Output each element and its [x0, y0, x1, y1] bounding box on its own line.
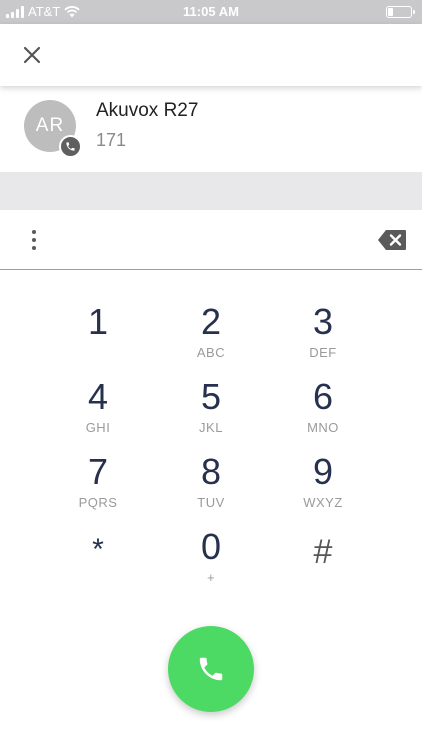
key-0[interactable]: 0 + — [156, 527, 266, 597]
key-letters: JKL — [199, 420, 223, 435]
key-digit: 8 — [200, 451, 222, 492]
dial-input[interactable] — [60, 224, 360, 256]
backspace-button[interactable] — [377, 229, 407, 256]
contact-number: 171 — [96, 130, 127, 150]
phone-icon — [199, 657, 223, 681]
more-options-button[interactable] — [22, 228, 46, 252]
phone-badge-icon — [59, 135, 82, 158]
key-letters: ABC — [196, 345, 226, 360]
key-2[interactable]: 2 ABC — [156, 302, 266, 372]
close-button[interactable] — [18, 41, 46, 69]
divider-band — [0, 172, 422, 210]
key-3[interactable]: 3 DEF — [268, 302, 378, 372]
key-5[interactable]: 5 JKL — [156, 377, 266, 447]
key-digit: 6 — [312, 376, 334, 417]
header-bar — [0, 24, 422, 86]
key-letters: GHI — [85, 420, 111, 435]
key-hash[interactable]: # — [268, 532, 378, 602]
key-6[interactable]: 6 MNO — [268, 377, 378, 447]
status-bar: AT&T 11:05 AM — [0, 0, 422, 24]
key-digit: 4 — [87, 376, 109, 417]
key-1[interactable]: 1 — [43, 302, 153, 372]
key-digit: 2 — [200, 301, 222, 342]
key-digit: 3 — [312, 301, 334, 342]
key-letters: PQRS — [78, 495, 118, 510]
key-digit: 1 — [87, 301, 109, 342]
key-9[interactable]: 9 WXYZ — [268, 452, 378, 522]
status-time: 11:05 AM — [183, 4, 239, 19]
key-digit: 5 — [200, 376, 222, 417]
key-letters: + — [206, 570, 216, 585]
key-digit: 7 — [87, 451, 109, 492]
key-7[interactable]: 7 PQRS — [43, 452, 153, 522]
key-letters: MNO — [307, 420, 339, 435]
contact-name: Akuvox R27 — [96, 100, 199, 121]
key-digit: # — [313, 533, 333, 571]
key-4[interactable]: 4 GHI — [43, 377, 153, 447]
call-button[interactable] — [168, 626, 254, 712]
key-star[interactable]: * — [43, 530, 153, 600]
close-icon — [23, 46, 41, 64]
key-letters: TUV — [197, 495, 225, 510]
key-digit: * — [92, 533, 104, 566]
dial-input-row — [0, 210, 422, 270]
backspace-icon — [378, 230, 406, 250]
key-letters: DEF — [309, 345, 337, 360]
battery-icon — [386, 6, 415, 18]
key-letters: WXYZ — [303, 495, 343, 510]
contact-card[interactable]: AR Akuvox R27 171 — [0, 88, 422, 172]
key-digit: 0 — [200, 526, 222, 567]
key-8[interactable]: 8 TUV — [156, 452, 266, 522]
key-digit: 9 — [312, 451, 334, 492]
